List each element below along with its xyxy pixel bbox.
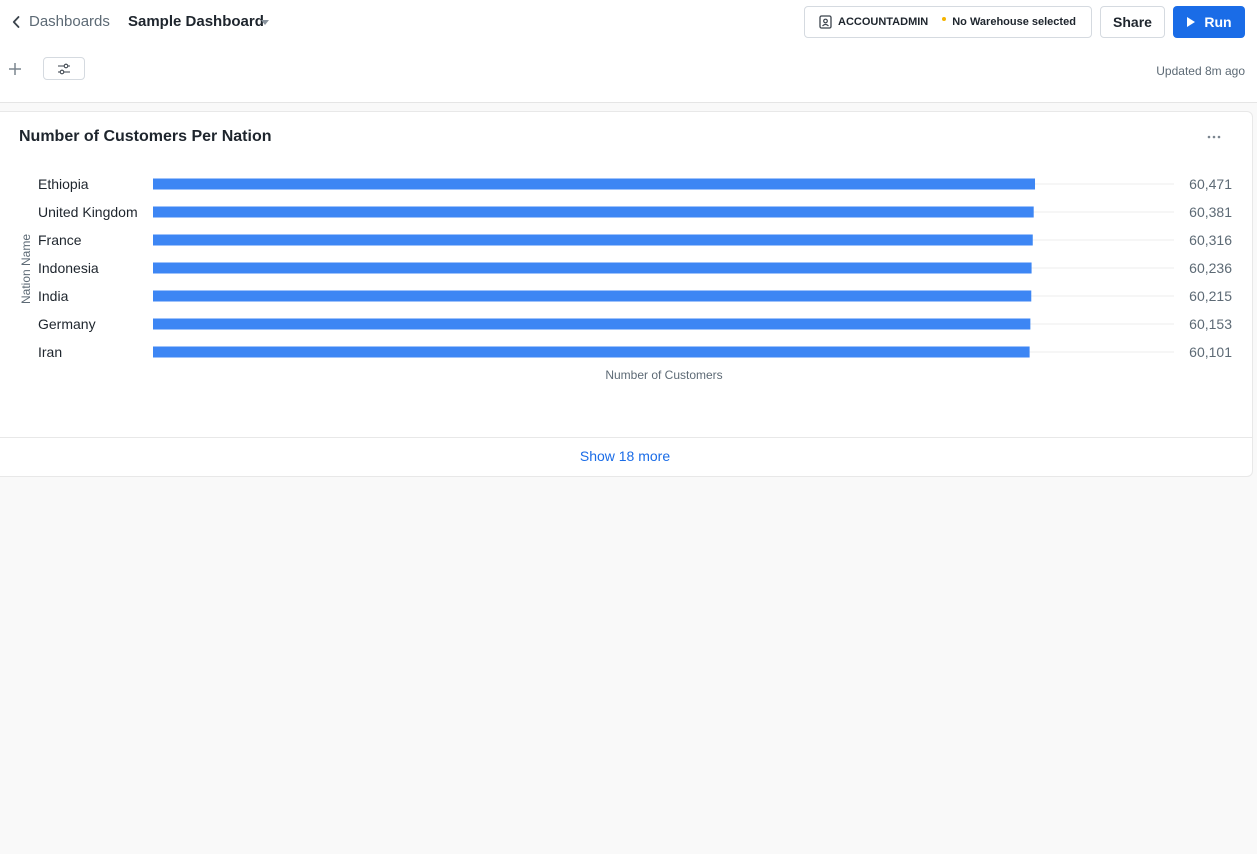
filters-button[interactable] [43,57,85,80]
bar-indonesia[interactable] [153,262,1032,274]
bar-chart: Ethiopia United Kingdom France Indonesia Ind… [19,176,1232,382]
category-label: France [38,232,82,248]
category-label: Iran [38,344,62,360]
tile-divider [0,437,1253,438]
warehouse-status-dot [942,17,947,21]
bar-france[interactable] [153,234,1033,246]
bar-germany[interactable] [153,318,1031,330]
dashboard-title[interactable]: Sample Dashboard [128,13,264,30]
sliders-icon [58,63,70,74]
plus-icon[interactable] [7,61,23,77]
chart-tile: Number of Customers Per Nation Ethiopia U… [0,111,1253,477]
value-label: 60,381 [1189,204,1232,220]
updated-timestamp: Updated 8m ago [1156,64,1245,78]
category-label: Indonesia [38,260,99,276]
share-button[interactable]: Share [1100,6,1165,38]
value-label: 60,101 [1189,344,1232,360]
category-label: Germany [38,316,96,332]
value-label: 60,316 [1189,232,1232,248]
back-button[interactable] [8,12,24,32]
chart-value-labels: 60,471 60,381 60,316 60,236 60,215 60,153 60,1… [1189,176,1232,360]
breadcrumb-dashboards[interactable]: Dashboards [29,13,110,30]
value-label: 60,153 [1189,316,1232,332]
show-more-link[interactable]: Show 18 more [580,448,670,464]
bar-ethiopia[interactable] [153,178,1036,190]
y-axis-title: Nation Name [19,234,33,304]
warehouse-status: No Warehouse selected [952,16,1076,28]
user-badge-icon [819,15,832,29]
x-axis-title: Number of Customers [605,368,722,382]
bar-iran[interactable] [153,346,1030,358]
value-label: 60,236 [1189,260,1232,276]
run-button[interactable]: Run [1173,6,1245,38]
value-label: 60,215 [1189,288,1232,304]
category-label: United Kingdom [38,204,138,220]
value-label: 60,471 [1189,176,1232,192]
chart-bars [153,178,1036,358]
bar-india[interactable] [153,290,1032,302]
role-label: ACCOUNTADMIN [838,16,929,28]
run-label: Run [1204,14,1232,30]
category-label: Ethiopia [38,176,89,192]
chart-category-labels: Ethiopia United Kingdom France Indonesia Ind… [38,176,138,360]
chevron-left-icon [12,16,20,28]
bar-united-kingdom[interactable] [153,206,1034,218]
play-icon [1187,17,1196,27]
category-label: India [38,288,69,304]
dashboard-header: Dashboards Sample Dashboard ACCOUNTADMIN… [0,0,1257,103]
context-selector[interactable]: ACCOUNTADMIN No Warehouse selected [804,6,1092,38]
caret-down-icon[interactable] [259,17,271,27]
